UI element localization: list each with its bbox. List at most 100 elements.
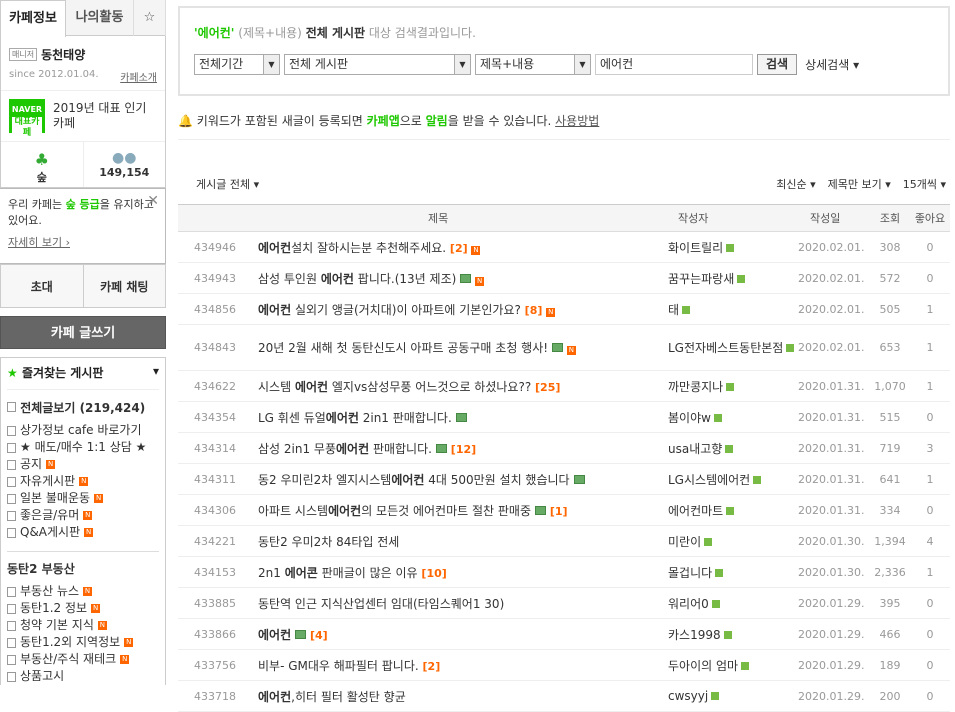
post-author[interactable]: 미란이 [668, 525, 798, 557]
search-input[interactable]: 에어컨 [595, 54, 753, 75]
star-icon[interactable]: ☆ [134, 0, 166, 36]
menu-item[interactable]: Q&A게시판 N [7, 524, 159, 541]
menu-item[interactable]: 일본 불매운동 N [7, 490, 159, 507]
menu-item[interactable]: 동탄1.2외 지역정보 N [7, 634, 159, 651]
close-icon[interactable]: ✕ [147, 193, 159, 209]
menu-item[interactable]: ★ 매도/매수 1:1 상담 ★ [7, 439, 159, 456]
invite-button[interactable]: 초대 [1, 265, 83, 307]
author-name[interactable]: usa내고향 [668, 442, 722, 456]
post-title[interactable]: 동탄2 우미2차 84타입 전세 [258, 525, 668, 557]
table-row[interactable]: 434946 에어컨설치 잘하시는분 추천해주세요. [2] N 화이트릴리 2020… [178, 231, 950, 263]
cafe-intro-link[interactable]: 카페소개 [120, 69, 157, 84]
period-select[interactable]: 전체기간 ▼ [194, 54, 280, 75]
post-author[interactable]: 봄이야w [668, 401, 798, 433]
title-text[interactable]: 시스템 [258, 380, 295, 394]
all-posts-filter[interactable]: 게시글 전체 ▾ [196, 176, 259, 192]
tip-more-link[interactable]: 자세히 보기 › [8, 235, 157, 251]
menu-item[interactable]: 공지 N [7, 456, 159, 473]
title-text[interactable]: 2n1 [258, 566, 285, 580]
author-name[interactable]: 몰겁니다 [668, 566, 712, 580]
post-author[interactable]: 두아이의 엄마 [668, 649, 798, 681]
title-keyword[interactable]: 에어컨 [258, 241, 291, 255]
menu-item[interactable]: 좋은글/유머 N [7, 507, 159, 524]
table-row[interactable]: 434314 삼성 2in1 무풍에어컨 판매합니다. [12] usa내고향 202… [178, 432, 950, 464]
title-text[interactable]: 삼성 2in1 무풍 [258, 442, 336, 456]
title-text[interactable]: 20년 2월 새해 첫 동탄신도시 아파트 공동구매 초청 행사! [258, 341, 548, 355]
table-row[interactable]: 434311 동2 우미린2차 엘지시스템에어컨 4대 500만원 설치 했습니다… [178, 463, 950, 495]
menu-item[interactable]: 부동산 뉴스 N [7, 583, 159, 600]
table-row[interactable]: 433885 동탄역 인근 지식산업센터 임대(타임스퀘어1 30) 워리어0 202… [178, 587, 950, 619]
tab-my-activity[interactable]: 나의활동 [66, 0, 134, 36]
post-title[interactable]: 2n1 에어콘 판매글이 많은 이유 [10] [258, 556, 668, 588]
post-author[interactable]: 몰겁니다 [668, 556, 798, 588]
post-title[interactable]: 삼성 2in1 무풍에어컨 판매합니다. [12] [258, 432, 668, 464]
table-row[interactable]: 434306 아파트 시스템에어컨의 모든것 에어컨마트 절찬 판매중 [1] 에어… [178, 494, 950, 526]
title-text[interactable]: 동2 우미린2차 엘지시스템 [258, 473, 391, 487]
post-title[interactable]: 에어컨설치 잘하시는분 추천해주세요. [2] N [258, 231, 668, 263]
post-author[interactable]: 워리어0 [668, 587, 798, 619]
table-row[interactable]: 434856 에어컨 실외기 앵글(거치대)이 아파트에 기본인가요? [8] N… [178, 293, 950, 325]
comment-count[interactable]: [10] [421, 567, 446, 580]
table-row[interactable]: 434354 LG 휘센 듀얼에어컨 2in1 판매합니다. 봄이야w 2020.01… [178, 401, 950, 433]
title-keyword[interactable]: 에어컨 [326, 411, 359, 425]
title-text[interactable]: 동탄2 우미2차 84타입 전세 [258, 535, 399, 549]
chat-button[interactable]: 카페 채팅 [82, 265, 165, 307]
sort-select[interactable]: 최신순 ▾ [776, 176, 815, 192]
post-title[interactable]: 동탄역 인근 지식산업센터 임대(타임스퀘어1 30) [258, 587, 668, 619]
title-text[interactable]: 비부- GM대우 해파필터 팝니다. [258, 659, 419, 673]
title-keyword[interactable]: 에어컨 [336, 442, 369, 456]
title-text[interactable]: 4대 500만원 설치 했습니다 [424, 473, 569, 487]
write-post-button[interactable]: 카페 글쓰기 [0, 316, 166, 349]
menu-item[interactable]: 상가정보 cafe 바로가기 [7, 422, 159, 439]
how-to-link[interactable]: 사용방법 [555, 114, 599, 128]
post-title[interactable]: 에어컨 [4] [258, 618, 668, 650]
title-keyword[interactable]: 에어컨 [258, 628, 291, 642]
comment-count[interactable]: [2] [423, 660, 441, 673]
all-posts-link[interactable]: 전체글보기 (219,424) [20, 401, 145, 415]
title-keyword[interactable]: 에어컨 [328, 504, 361, 518]
author-name[interactable]: 미란이 [668, 535, 701, 549]
comment-count[interactable]: [4] [310, 629, 328, 642]
post-author[interactable]: 꿈꾸는파랑새 [668, 262, 798, 294]
title-text[interactable]: 실외기 앵글(거치대)이 아파트에 기본인가요? [291, 303, 521, 317]
author-name[interactable]: 봄이야w [668, 411, 711, 425]
table-row[interactable]: 434622 시스템 에어컨 엘지vs삼성무풍 어느것으로 하셨나요?? [25]… [178, 370, 950, 402]
title-text[interactable]: 2in1 판매합니다. [359, 411, 452, 425]
author-name[interactable]: LG전자베스트동탄본점 [668, 341, 783, 355]
member-stat[interactable]: ●● 149,154 [82, 142, 166, 187]
post-title[interactable]: 삼성 투인원 에어컨 팝니다.(13년 제조) N [258, 262, 668, 294]
author-name[interactable]: 꿈꾸는파랑새 [668, 272, 734, 286]
field-select[interactable]: 제목+내용 ▼ [475, 54, 591, 75]
post-author[interactable]: LG시스템에어컨 [668, 463, 798, 495]
post-author[interactable]: 카스1998 [668, 618, 798, 650]
post-title[interactable]: 비부- GM대우 해파필터 팝니다. [2] [258, 649, 668, 681]
post-title[interactable]: 에어컨,히터 필터 활성탄 향균 [258, 680, 668, 712]
search-button[interactable]: 검색 [757, 54, 798, 75]
detail-search-link[interactable]: 상세검색 ▾ [805, 56, 859, 73]
table-row[interactable]: 434221 동탄2 우미2차 84타입 전세 미란이 2020.01.30. 1,39… [178, 525, 950, 557]
post-author[interactable]: 태 [668, 293, 798, 325]
title-keyword[interactable]: 에어컨 [295, 380, 328, 394]
chevron-down-icon[interactable]: ▾ [153, 364, 159, 381]
table-row[interactable]: 434843 20년 2월 새해 첫 동탄신도시 아파트 공동구매 초청 행사! … [178, 324, 950, 371]
title-text[interactable]: 판매글이 많은 이유 [318, 566, 418, 580]
post-author[interactable]: cwsyyj [668, 680, 798, 712]
table-row[interactable]: 434153 2n1 에어콘 판매글이 많은 이유 [10] 몰겁니다 2020.01… [178, 556, 950, 588]
title-text[interactable]: 동탄역 인근 지식산업센터 임대(타임스퀘어1 30) [258, 597, 504, 611]
title-keyword[interactable]: 에어콘 [285, 566, 318, 580]
menu-item[interactable]: 부동산/주식 재테크 N [7, 651, 159, 668]
cafe-name[interactable]: 동천태양 [41, 46, 85, 63]
title-keyword[interactable]: 에어컨 [321, 272, 354, 286]
post-author[interactable]: 화이트릴리 [668, 231, 798, 263]
favorites-title[interactable]: 즐겨찾는 게시판 [22, 366, 103, 380]
title-text[interactable]: LG 휘센 듀얼 [258, 411, 326, 425]
author-name[interactable]: 까만콩지나 [668, 380, 723, 394]
title-keyword[interactable]: 에어컨 [391, 473, 424, 487]
board-select[interactable]: 전체 게시판 ▼ [284, 54, 471, 75]
author-name[interactable]: 워리어0 [668, 597, 709, 611]
post-title[interactable]: LG 휘센 듀얼에어컨 2in1 판매합니다. [258, 401, 668, 433]
table-row[interactable]: 433756 비부- GM대우 해파필터 팝니다. [2] 두아이의 엄마 2020.… [178, 649, 950, 681]
author-name[interactable]: 화이트릴리 [668, 241, 723, 255]
comment-count[interactable]: [1] [550, 505, 568, 518]
table-row[interactable]: 433866 에어컨 [4] 카스1998 2020.01.29. 466 0 [178, 618, 950, 650]
